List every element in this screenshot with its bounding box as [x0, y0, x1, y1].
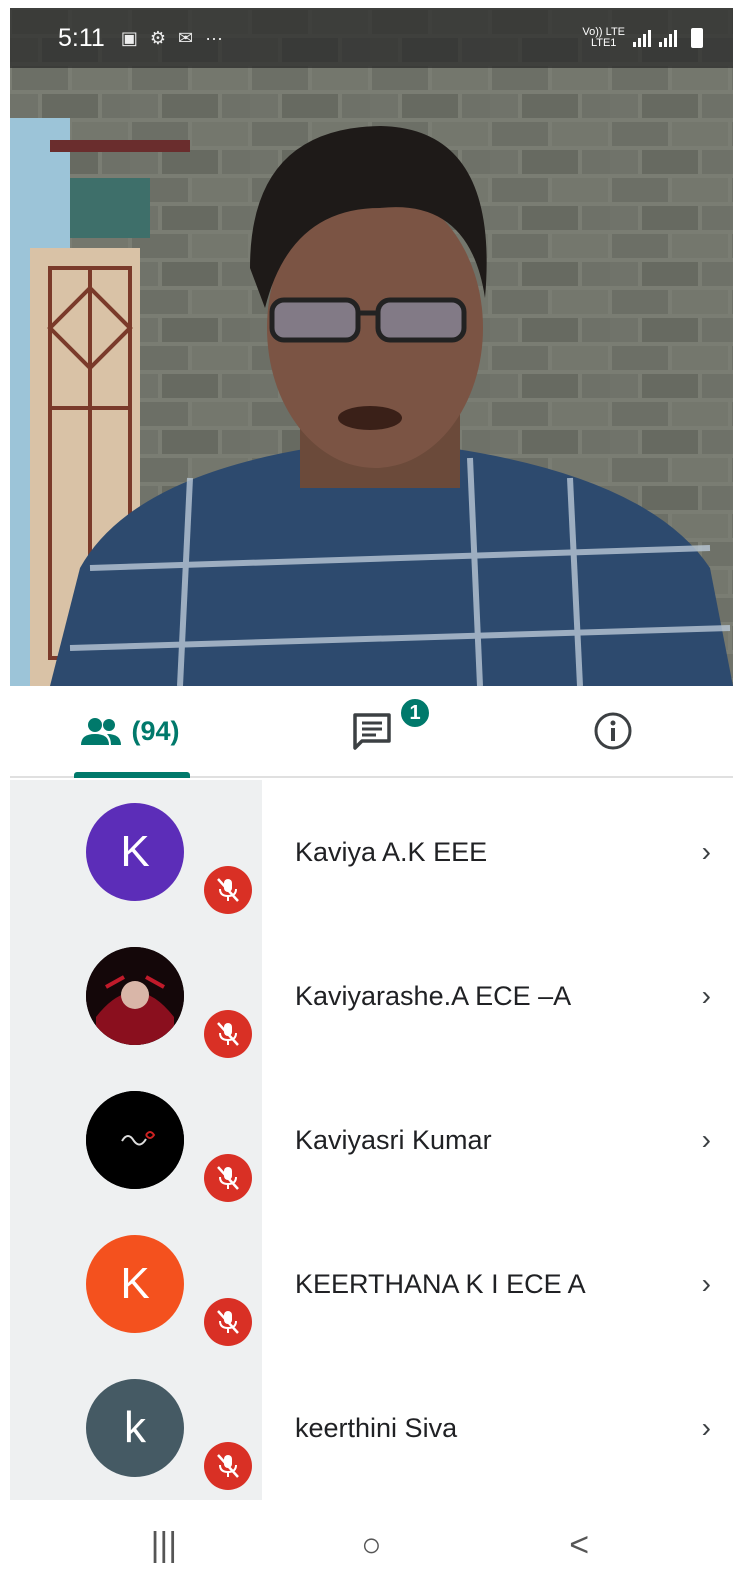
avatar: k [86, 1379, 184, 1477]
participant-name: Kaviyarashe.A ECE –A [295, 980, 572, 1011]
avatar [86, 947, 184, 1045]
avatar [86, 1091, 184, 1189]
tab-people[interactable]: (94) [10, 686, 251, 778]
signal-icon-2 [659, 29, 677, 47]
chat-icon [352, 713, 391, 750]
tab-info[interactable] [492, 686, 733, 776]
chevron-right-icon[interactable]: › [702, 1268, 711, 1300]
more-icon: ··· [205, 27, 224, 48]
mic-off-icon [204, 866, 252, 914]
mail-icon: ✉ [177, 27, 194, 48]
people-icon [81, 718, 122, 745]
mic-off-icon [204, 1298, 252, 1346]
participant-row[interactable]: Kaviyasri Kumar › [10, 1068, 733, 1212]
participant-row[interactable]: K Kaviya A.K EEE › [10, 780, 733, 924]
participant-name: KEERTHANA K I ECE A [295, 1268, 586, 1299]
chevron-right-icon[interactable]: › [702, 980, 711, 1012]
status-bar: 5:11 ▣ ⚙ ✉ ··· Vo)) LTE LTE1 [10, 8, 733, 68]
chevron-right-icon[interactable]: › [702, 836, 711, 868]
avatar: K [86, 803, 184, 901]
info-icon [594, 712, 631, 750]
signal-icon [633, 29, 651, 47]
participant-row[interactable]: Kaviyarashe.A ECE –A › [10, 924, 733, 1068]
home-button[interactable]: ○ [341, 1526, 401, 1565]
screen: 5:11 ▣ ⚙ ✉ ··· Vo)) LTE LTE1 (94) 1 K Ka… [0, 0, 743, 1591]
system-nav-bar: ||| ○ < [0, 1500, 743, 1591]
recents-button[interactable]: ||| [134, 1526, 194, 1565]
lte1-label: LTE1 [590, 37, 617, 49]
mic-off-icon [204, 1154, 252, 1202]
active-tab-indicator [74, 772, 190, 778]
back-button[interactable]: < [549, 1526, 609, 1565]
participant-row[interactable]: k keerthini Siva › [10, 1356, 733, 1500]
people-count: (94) [131, 715, 180, 746]
participant-name: Kaviya A.K EEE [295, 836, 488, 867]
avatar: K [86, 1235, 184, 1333]
chevron-right-icon[interactable]: › [702, 1124, 711, 1156]
battery-icon [691, 28, 703, 48]
participant-row[interactable]: K KEERTHANA K I ECE A › [10, 1212, 733, 1356]
meeting-tabs: (94) 1 [10, 686, 733, 778]
participant-name: Kaviyasri Kumar [295, 1124, 492, 1155]
tab-chat[interactable] [251, 686, 492, 776]
chevron-right-icon[interactable]: › [702, 1412, 711, 1444]
tractor-icon: ⚙ [149, 27, 166, 48]
image-icon: ▣ [120, 27, 138, 48]
participant-list: K Kaviya A.K EEE › Kaviyarashe.A ECE –A … [10, 780, 733, 1500]
presenter-video[interactable] [10, 8, 733, 686]
participant-name: keerthini Siva [295, 1412, 458, 1443]
mic-off-icon [204, 1010, 252, 1058]
status-indicators: Vo)) LTE LTE1 [582, 27, 703, 49]
chat-badge: 1 [398, 696, 432, 730]
mic-off-icon [204, 1442, 252, 1490]
network-label: Vo)) LTE LTE1 [582, 27, 625, 49]
status-time: 5:11 [58, 23, 105, 52]
